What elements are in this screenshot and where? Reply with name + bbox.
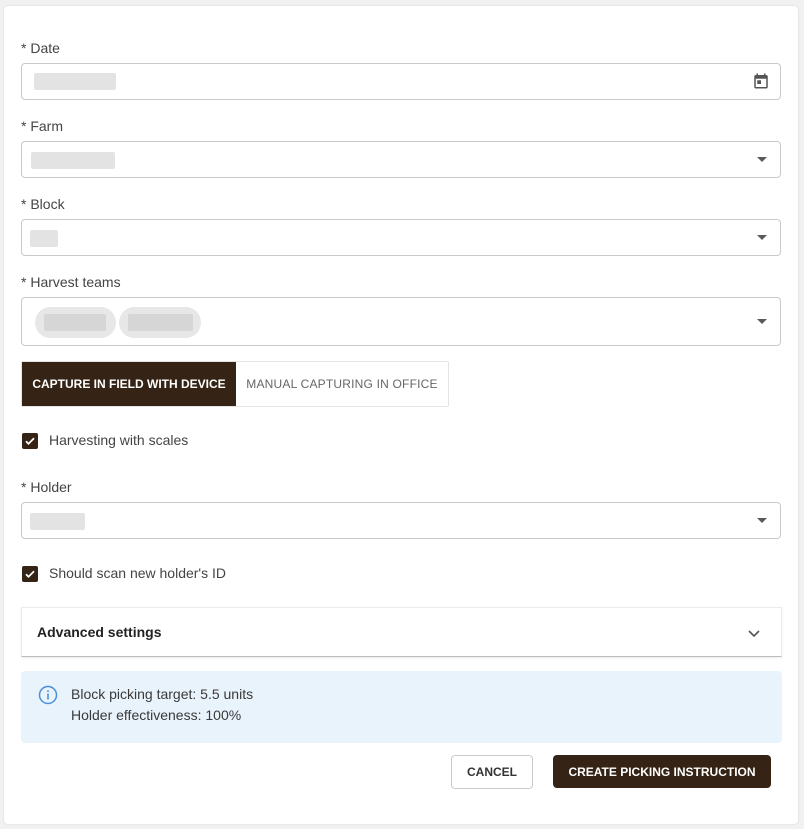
scan-holder-id-label: Should scan new holder's ID [49,565,226,581]
capture-in-field-button[interactable]: CAPTURE IN FIELD WITH DEVICE [22,362,236,406]
block-select[interactable] [21,219,781,256]
team-chip[interactable] [119,307,201,338]
advanced-settings-title: Advanced settings [37,624,162,640]
holder-label: * Holder [21,479,72,495]
date-field[interactable] [21,63,781,100]
block-picking-target-text: Block picking target: 5.5 units [71,686,254,702]
team-chip[interactable] [35,307,116,338]
holder-value-redacted [30,513,85,530]
chevron-down-icon [757,234,767,240]
block-value-redacted [30,230,58,247]
harvest-teams-label: * Harvest teams [21,274,121,290]
team-chip-redacted [44,314,106,331]
info-box: Block picking target: 5.5 units Holder e… [21,671,782,743]
create-picking-instruction-button[interactable]: CREATE PICKING INSTRUCTION [553,755,771,788]
date-label: * Date [21,40,60,56]
chevron-down-icon[interactable] [747,626,761,644]
holder-select[interactable] [21,502,781,539]
manual-capturing-button[interactable]: MANUAL CAPTURING IN OFFICE [236,362,448,406]
check-icon [25,437,35,445]
check-icon [25,570,35,578]
farm-select[interactable] [21,141,781,178]
date-value-redacted [34,73,116,90]
calendar-icon[interactable] [752,72,770,95]
block-label: * Block [21,196,65,212]
chevron-down-icon [757,318,767,324]
capture-mode-toggle: CAPTURE IN FIELD WITH DEVICE MANUAL CAPT… [21,361,449,407]
chevron-down-icon [757,517,767,523]
info-icon [38,685,58,710]
harvesting-with-scales-checkbox[interactable] [22,433,38,449]
chevron-down-icon [757,156,767,162]
farm-label: * Farm [21,118,63,134]
harvesting-with-scales-label: Harvesting with scales [49,432,189,448]
advanced-settings-panel[interactable]: Advanced settings [21,607,782,657]
farm-value-redacted [31,152,115,169]
scan-holder-id-checkbox[interactable] [22,566,38,582]
cancel-button[interactable]: CANCEL [451,755,533,789]
harvest-teams-select[interactable] [21,297,781,346]
holder-effectiveness-text: Holder effectiveness: 100% [71,707,242,723]
team-chip-redacted [128,314,193,331]
